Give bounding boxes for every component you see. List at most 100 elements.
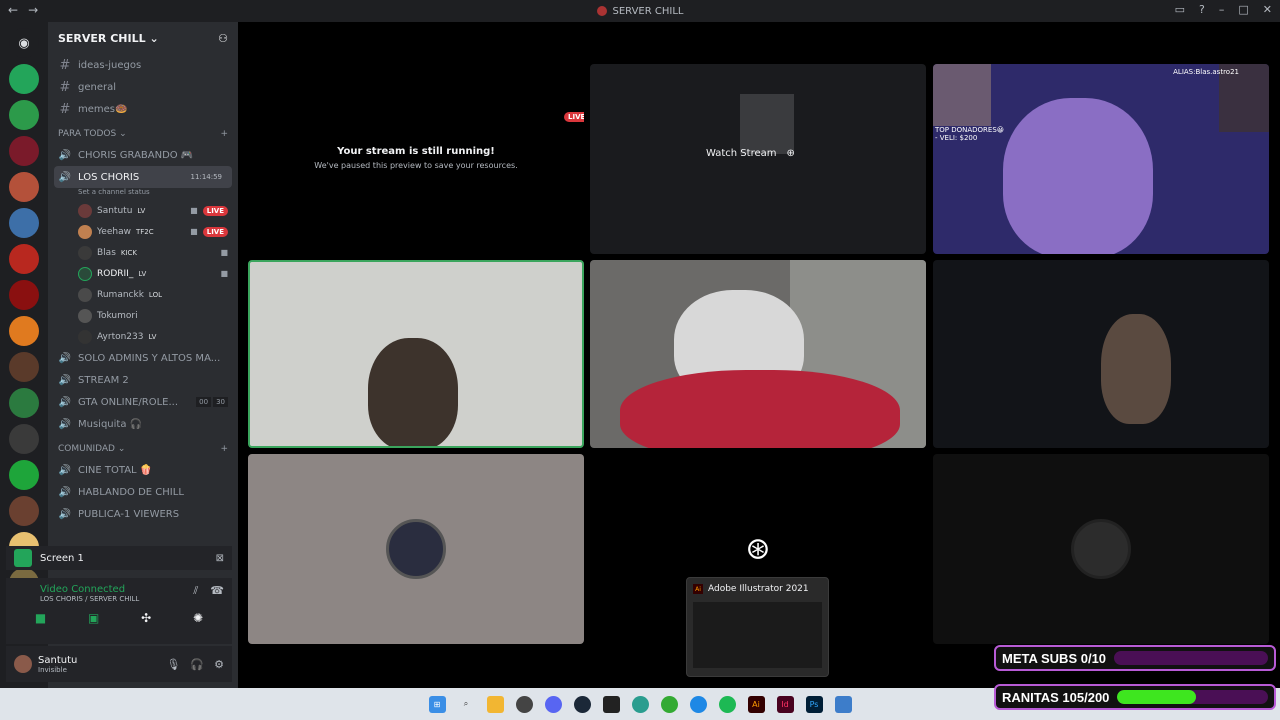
server-icon[interactable]	[9, 208, 39, 238]
watch-stream-button[interactable]: Watch Stream ⊕	[706, 148, 795, 159]
voice-channel[interactable]: 🔊 CHORIS GRABANDO 🎮	[48, 144, 238, 166]
add-channel-icon[interactable]: +	[220, 444, 228, 454]
server-icon[interactable]	[9, 64, 39, 94]
edge-icon[interactable]	[689, 695, 707, 713]
server-header[interactable]: SERVER CHILL ⌄ ⚇	[48, 22, 238, 54]
disconnect-icon[interactable]: ☎	[210, 584, 224, 597]
text-channel[interactable]: # general	[48, 76, 238, 98]
add-member-icon[interactable]: ⚇	[218, 32, 228, 45]
back-arrow-icon[interactable]: ←	[8, 3, 18, 17]
voice-user[interactable]: Blas KICK ■	[48, 242, 238, 263]
channel-timer: 11:14:59	[190, 173, 222, 181]
voice-user[interactable]: Rumanckk LOL	[48, 284, 238, 305]
server-icon[interactable]	[9, 100, 39, 130]
speaker-icon: 🔊	[58, 418, 72, 430]
channel-label: ideas-juegos	[78, 59, 142, 71]
server-icon[interactable]	[9, 244, 39, 274]
user-name: Blas	[97, 247, 116, 258]
server-icon[interactable]	[9, 136, 39, 166]
start-icon[interactable]: ⊞	[428, 695, 446, 713]
taskbar-preview[interactable]: Ai Adobe Illustrator 2021	[686, 577, 829, 677]
voice-user[interactable]: Ayrton233 LV	[48, 326, 238, 347]
voice-channel[interactable]: 🔊 HABLANDO DE CHILL	[48, 481, 238, 503]
discord-icon[interactable]	[544, 695, 562, 713]
text-channel[interactable]: # memes🍩	[48, 98, 238, 120]
voice-channel[interactable]: 🔊 Musiquita 🎧	[48, 413, 238, 435]
discord-home-icon[interactable]: ◉	[9, 28, 39, 58]
voice-channel[interactable]: 🔊 SOLO ADMINS Y ALTOS MA...	[48, 347, 238, 369]
text-channel[interactable]: # ideas-juegos	[48, 54, 238, 76]
indesign-icon[interactable]: Id	[776, 695, 794, 713]
channel-label: CINE TOTAL 🍿	[78, 464, 153, 476]
hash-icon: #	[59, 79, 71, 95]
video-tile-speaking[interactable]	[248, 260, 584, 448]
photoshop-icon[interactable]: Ps	[805, 695, 823, 713]
epic-icon[interactable]	[602, 695, 620, 713]
inbox-icon[interactable]: ▭	[1175, 3, 1185, 16]
stream-tile-paused[interactable]: LIVE Your stream is still running! We've…	[248, 64, 584, 254]
user-tag: LV	[138, 269, 147, 278]
voice-channel[interactable]: 🔊 STREAM 2	[48, 369, 238, 391]
forward-arrow-icon[interactable]: →	[28, 3, 38, 17]
minimize-button[interactable]: –	[1219, 3, 1225, 16]
screen-share-button[interactable]: ▣	[88, 611, 99, 625]
illustrator-icon[interactable]: Ai	[747, 695, 765, 713]
gear-icon[interactable]: ⚙	[214, 658, 224, 671]
zoom-icon[interactable]: ⊕	[787, 148, 795, 159]
connection-status[interactable]: Video Connected	[14, 584, 193, 595]
server-icon[interactable]	[9, 424, 39, 454]
soundboard-button[interactable]: ✺	[193, 611, 203, 625]
spotify-icon[interactable]	[718, 695, 736, 713]
activities-button[interactable]: ✣	[141, 611, 151, 625]
app-icon[interactable]	[834, 695, 852, 713]
close-button[interactable]: ✕	[1263, 3, 1272, 16]
server-icon[interactable]	[9, 388, 39, 418]
user-count: 00 30	[196, 397, 228, 407]
server-icon[interactable]	[9, 316, 39, 346]
maximize-button[interactable]: □	[1238, 3, 1248, 16]
voice-user[interactable]: Yeehaw TF2C ■ LIVE	[48, 221, 238, 242]
category-header[interactable]: COMUNIDAD ⌄ +	[48, 439, 238, 459]
xbox-icon[interactable]	[660, 695, 678, 713]
channel-label: memes🍩	[78, 103, 128, 115]
connection-location[interactable]: LOS CHORIS / SERVER CHILL	[14, 595, 193, 603]
voice-user[interactable]: RODRII_ LV ■	[48, 263, 238, 284]
headphones-icon[interactable]: 🎧	[190, 658, 204, 671]
alias-overlay: ALIAS:Blas.astro21	[1173, 68, 1239, 76]
category-header[interactable]: PARA TODOS ⌄ +	[48, 124, 238, 144]
video-tile[interactable]: ALIAS:Blas.astro21 TOP DONADORES😀 - VELI…	[933, 64, 1269, 254]
speaker-icon: 🔊	[58, 508, 72, 520]
search-icon[interactable]: ⌕	[458, 696, 475, 713]
server-icon[interactable]	[9, 172, 39, 202]
video-tile[interactable]	[933, 260, 1269, 448]
folder-icon[interactable]	[486, 695, 504, 713]
add-channel-icon[interactable]: +	[220, 129, 228, 139]
voice-channel[interactable]: 🔊 GTA ONLINE/ROLE... 00 30	[48, 391, 238, 413]
help-icon[interactable]: ?	[1199, 3, 1205, 16]
avatar-tile[interactable]	[248, 454, 584, 644]
close-icon[interactable]: ⊠	[216, 553, 224, 564]
voice-user[interactable]: Tokumori	[48, 305, 238, 326]
steam-icon[interactable]	[573, 695, 591, 713]
channel-status[interactable]: Set a channel status	[48, 188, 238, 200]
screen-share-panel[interactable]: Screen 1 ⊠	[6, 546, 232, 570]
speaker-icon: 🔊	[58, 396, 72, 408]
voice-user[interactable]: Santutu LV ■ LIVE	[48, 200, 238, 221]
server-icon[interactable]	[9, 280, 39, 310]
voice-channel[interactable]: 🔊 CINE TOTAL 🍿	[48, 459, 238, 481]
chrome-icon[interactable]	[515, 695, 533, 713]
video-tile[interactable]	[590, 260, 926, 448]
stream-tile[interactable]: Watch Stream ⊕	[590, 64, 926, 254]
voice-channel[interactable]: 🔊 PUBLICA-1 VIEWERS	[48, 503, 238, 525]
microphone-icon[interactable]: 🎙	[166, 658, 180, 671]
noise-suppression-icon[interactable]: ⫽	[193, 584, 198, 598]
avatar-tile[interactable]	[933, 454, 1269, 644]
camera-button[interactable]: ■	[35, 611, 46, 625]
browser-icon[interactable]	[631, 695, 649, 713]
server-icon[interactable]	[9, 496, 39, 526]
server-icon[interactable]	[9, 460, 39, 490]
window-thumbnail[interactable]	[693, 602, 822, 668]
voice-channel-active[interactable]: 🔊 LOS CHORIS 11:14:59	[54, 166, 232, 188]
user-panel[interactable]: Santutu Invisible 🎙 🎧 ⚙	[6, 646, 232, 682]
server-icon[interactable]	[9, 352, 39, 382]
